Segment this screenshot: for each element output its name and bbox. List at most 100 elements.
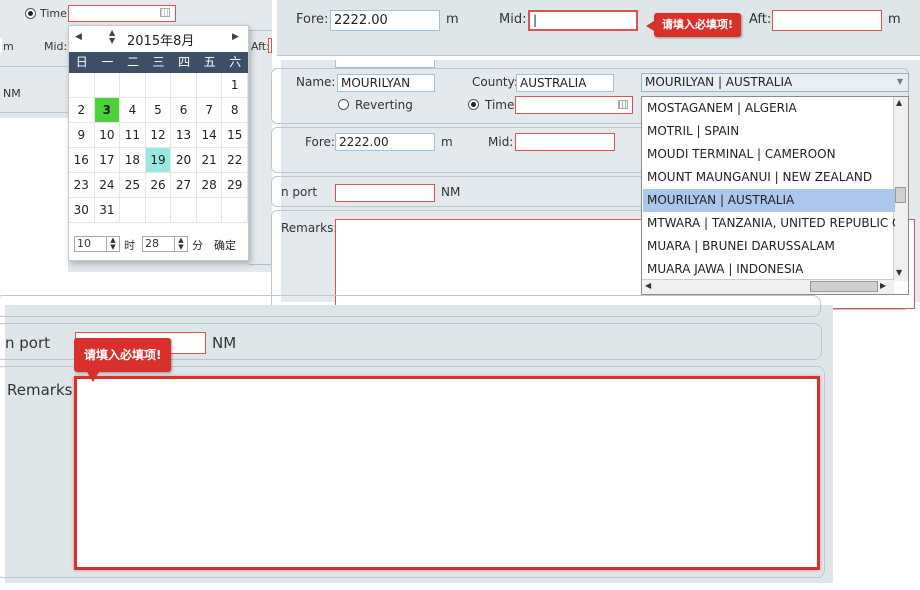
confirm-button[interactable]: 确定: [214, 237, 236, 253]
dropdown-option[interactable]: MOUDI TERMINAL | CAMEROON: [643, 143, 895, 166]
zoom-top-box-edge: [0, 295, 821, 317]
calendar-day[interactable]: 15: [222, 123, 248, 148]
calendar-day[interactable]: 29: [222, 173, 248, 198]
scroll-thumb[interactable]: [895, 187, 906, 203]
calendar-day[interactable]: 23: [69, 173, 95, 198]
calendar-day[interactable]: 3: [94, 98, 121, 123]
minute-value: 28: [145, 237, 159, 250]
year-spin-icon[interactable]: ▲ ▼: [109, 29, 115, 45]
calendar-day[interactable]: 20: [171, 148, 197, 173]
calendar-day[interactable]: 30: [69, 198, 95, 223]
port-dropdown-list[interactable]: ▲ ▼ ◀ ▶ MOSTAGANEM | ALGERIA MOTRIL | SPA…: [641, 96, 909, 295]
calendar-day[interactable]: 13: [171, 123, 197, 148]
scroll-right-icon[interactable]: ▶: [880, 281, 886, 290]
calendar-day[interactable]: 1: [222, 73, 248, 98]
calendar-day[interactable]: 16: [69, 148, 95, 173]
calendar-day[interactable]: 19: [145, 148, 172, 173]
hour-spinner[interactable]: 10 ▲ ▼: [74, 236, 120, 252]
next-month-icon[interactable]: ▶: [232, 32, 239, 42]
time-label-2: Time:: [485, 98, 519, 112]
calendar-day[interactable]: 17: [94, 148, 121, 173]
aft-input[interactable]: [772, 10, 882, 31]
dropdown-option[interactable]: MUARA | BRUNEI DARUSSALAM: [643, 235, 895, 258]
calendar-day[interactable]: 25: [120, 173, 146, 198]
panel1-divider-2: [0, 112, 68, 113]
prev-month-icon[interactable]: ◀: [75, 32, 82, 42]
zoom-nm-label: NM: [212, 334, 237, 352]
aft-field-cut[interactable]: [268, 38, 272, 53]
calendar-day[interactable]: 14: [196, 123, 223, 148]
hscroll-thumb[interactable]: [810, 281, 878, 292]
calendar-header: ◀ ▲ ▼ 2015年8月 ▶: [69, 26, 248, 51]
zoom-remarks-label: Remarks:: [7, 381, 78, 399]
calendar-day[interactable]: 18: [120, 148, 146, 173]
calendar-day[interactable]: 5: [145, 98, 172, 123]
dropdown-horizontal-scrollbar[interactable]: ◀ ▶: [642, 279, 894, 294]
hour-spin-arrows-icon[interactable]: ▲ ▼: [106, 237, 119, 251]
calendar-day[interactable]: 7: [196, 98, 223, 123]
mid-input-2[interactable]: [515, 133, 615, 151]
calendar-day[interactable]: 8: [222, 98, 248, 123]
mid-label-cut: Mid:: [44, 40, 68, 53]
port-select[interactable]: MOURILYAN | AUSTRALIA ▼: [641, 73, 909, 92]
calendar-empty-cell: [196, 198, 223, 223]
zoom-port-label-cut: n port: [5, 334, 51, 352]
calendar-empty-cell: [145, 73, 172, 98]
zoom-remarks-textarea[interactable]: [74, 376, 820, 570]
calendar-icon[interactable]: [160, 8, 170, 17]
fore-value: 2222.00: [334, 13, 388, 28]
fore-label-2: Fore:: [305, 135, 335, 149]
name-input[interactable]: MOURILYAN: [337, 74, 435, 92]
time-radio-2[interactable]: [468, 99, 479, 110]
calendar-day[interactable]: 4: [120, 98, 146, 123]
calendar-day[interactable]: 2: [69, 98, 95, 123]
calendar-day[interactable]: 24: [94, 173, 121, 198]
panel1-divider-right: [249, 264, 272, 265]
county-input[interactable]: AUSTRALIA: [516, 74, 614, 92]
mid-input[interactable]: |: [528, 10, 638, 31]
mid-label: Mid:: [499, 12, 527, 27]
calendar-day[interactable]: 27: [171, 173, 197, 198]
calendar-day[interactable]: 28: [196, 173, 223, 198]
minute-spin-arrows-icon[interactable]: ▲ ▼: [174, 237, 187, 251]
dropdown-option[interactable]: MOSTAGANEM | ALGERIA: [643, 97, 895, 120]
calendar-day[interactable]: 22: [222, 148, 248, 173]
dropdown-option[interactable]: MOTRIL | SPAIN: [643, 120, 895, 143]
fore-input[interactable]: 2222.00: [330, 10, 440, 31]
calendar-day[interactable]: 9: [69, 123, 95, 148]
scroll-left-icon[interactable]: ◀: [645, 281, 651, 290]
dropdown-option[interactable]: MTWARA | TANZANIA, UNITED REPUBLIC OF: [643, 212, 895, 235]
panel2-top-border: [277, 55, 920, 56]
calendar-popup: ◀ ▲ ▼ 2015年8月 ▶ 日一二三四五六 1 2 3 4 5 6 7 8 9 10 11 12 13…: [68, 25, 249, 261]
calendar-day[interactable]: 31: [94, 198, 121, 223]
calendar-empty-cell: [145, 198, 172, 223]
time-radio[interactable]: [25, 8, 36, 19]
calendar-day[interactable]: 12: [145, 123, 172, 148]
weekday-label: 一: [101, 55, 114, 69]
calendar-icon-2[interactable]: [618, 100, 628, 109]
calendar-day[interactable]: 11: [120, 123, 146, 148]
fore-input-2[interactable]: 2222.00: [335, 133, 435, 151]
field-above-name-cut: [335, 60, 435, 68]
dropdown-option[interactable]: MOURILYAN | AUSTRALIA: [643, 189, 895, 212]
select-chevron-down-icon[interactable]: ▼: [897, 74, 903, 90]
dropdown-option[interactable]: MUARA JAWA | INDONESIA: [643, 258, 895, 281]
dropdown-vertical-scrollbar[interactable]: ▲ ▼: [893, 97, 908, 281]
aft-label: Aft:: [749, 12, 772, 27]
calendar-day[interactable]: 6: [171, 98, 197, 123]
name-value: MOURILYAN: [341, 76, 411, 90]
calendar-day[interactable]: 10: [94, 123, 121, 148]
minute-spinner[interactable]: 28 ▲ ▼: [142, 236, 188, 252]
name-label: Name:: [296, 75, 336, 89]
fore-unit-2: m: [441, 135, 453, 149]
reverting-radio[interactable]: [338, 99, 349, 110]
calendar-day[interactable]: 26: [145, 173, 172, 198]
time-input-2[interactable]: [515, 96, 633, 114]
scroll-down-icon[interactable]: ▼: [896, 268, 902, 277]
calendar-empty-cell: [94, 73, 121, 98]
distance-input[interactable]: [335, 184, 435, 202]
calendar-days-grid: 1 2 3 4 5 6 7 8 9 10 11 12 13 14 15 16 17 18 19 20 21 22 23 24 2…: [69, 73, 248, 223]
dropdown-option[interactable]: MOUNT MAUNGANUI | NEW ZEALAND: [643, 166, 895, 189]
calendar-day[interactable]: 21: [196, 148, 223, 173]
scroll-up-icon[interactable]: ▲: [896, 98, 902, 107]
